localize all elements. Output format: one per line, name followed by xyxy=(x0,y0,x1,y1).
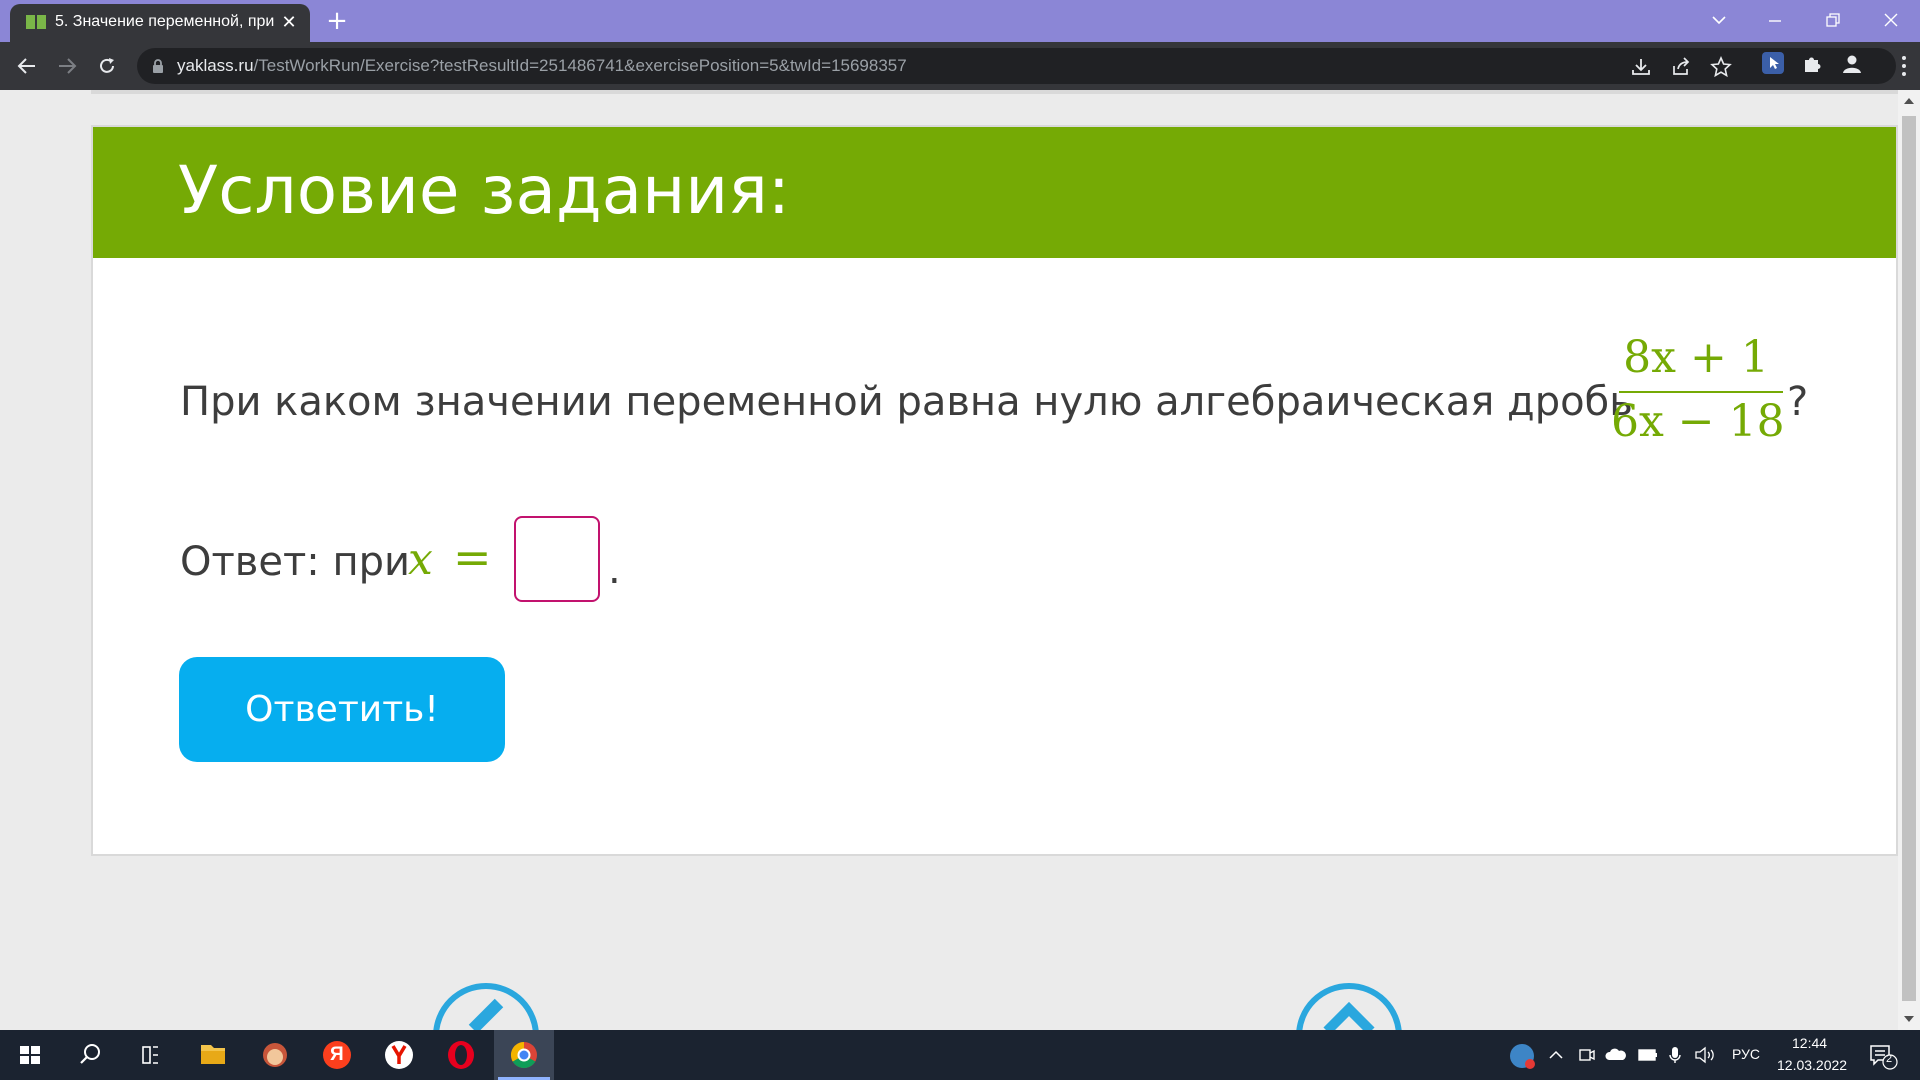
chrome-icon[interactable] xyxy=(494,1030,554,1080)
yandex-browser-icon[interactable] xyxy=(369,1030,429,1080)
question-text: При каком значении переменной равна нулю… xyxy=(180,379,1633,425)
tab-close-icon[interactable]: ✕ xyxy=(278,12,300,34)
bookmark-star-icon[interactable] xyxy=(1710,56,1732,78)
microphone-icon[interactable] xyxy=(1668,1045,1682,1065)
fraction-numerator: 8x + 1 xyxy=(1623,332,1769,383)
edit-pencil-button[interactable] xyxy=(433,983,539,1030)
algebraic-fraction: 8x + 1 6x − 18 xyxy=(1611,332,1785,452)
answer-input[interactable] xyxy=(514,516,600,602)
page-scrollbar[interactable] xyxy=(1898,90,1920,1030)
task-card-header: Условие задания: xyxy=(93,127,1896,258)
restore-button[interactable] xyxy=(1810,4,1856,36)
task-card: Условие задания: При каком значении пере… xyxy=(91,125,1898,856)
answer-variable: x xyxy=(408,534,433,585)
opera-icon[interactable] xyxy=(431,1030,491,1080)
install-app-icon[interactable] xyxy=(1630,56,1652,78)
browser-menu-icon[interactable] xyxy=(1894,54,1914,78)
meet-now-icon[interactable] xyxy=(1578,1046,1596,1064)
scroll-up-arrow-icon[interactable] xyxy=(1904,98,1914,104)
page-title: Условие задания: xyxy=(178,152,791,229)
volume-icon[interactable] xyxy=(1694,1045,1716,1065)
fraction-bar xyxy=(1619,391,1783,393)
clock-date[interactable]: 12.03.2022 xyxy=(1777,1057,1847,1073)
extensions-puzzle-icon[interactable] xyxy=(1801,53,1823,75)
task-view-icon[interactable] xyxy=(120,1030,180,1080)
browser-toolbar: yaklass.ru/TestWorkRun/Exercise?testResu… xyxy=(0,42,1920,90)
yaklass-favicon-icon xyxy=(26,15,46,29)
extension-cursor-icon[interactable] xyxy=(1762,52,1784,74)
windows-taskbar: Я РУС 12:44 12.03.2022 2 xyxy=(0,1030,1920,1080)
file-explorer-icon[interactable] xyxy=(183,1030,243,1080)
clock-time[interactable]: 12:44 xyxy=(1792,1035,1827,1051)
help-icon[interactable] xyxy=(1508,1042,1536,1070)
lock-icon xyxy=(153,59,163,73)
profile-icon[interactable] xyxy=(1841,53,1863,75)
notification-count: 2 xyxy=(1886,1053,1893,1065)
submit-answer-button[interactable]: Ответить! xyxy=(179,657,505,762)
page-viewport: Условие задания: При каком значении пере… xyxy=(0,90,1898,1030)
tab-title: 5. Значение переменной, при к xyxy=(55,13,275,30)
new-tab-button[interactable]: + xyxy=(323,7,351,35)
onedrive-cloud-icon[interactable] xyxy=(1605,1046,1627,1064)
answer-equals: = xyxy=(453,530,492,584)
yandex-icon[interactable]: Я xyxy=(307,1030,367,1080)
scroll-up-button[interactable] xyxy=(1296,983,1402,1030)
tab-search-chevron-icon[interactable] xyxy=(1696,4,1742,36)
fraction-denominator: 6x − 18 xyxy=(1611,396,1785,447)
address-bar[interactable]: yaklass.ru/TestWorkRun/Exercise?testResu… xyxy=(137,48,1896,84)
close-window-button[interactable] xyxy=(1868,4,1914,36)
answer-label: Ответ: при xyxy=(180,539,410,585)
battery-icon xyxy=(1638,1049,1657,1061)
start-windows-icon[interactable] xyxy=(0,1030,60,1080)
search-icon[interactable] xyxy=(60,1030,120,1080)
notification-center-icon[interactable] xyxy=(1868,1042,1898,1070)
tray-chevron-up-icon[interactable] xyxy=(1548,1047,1564,1063)
app-character-icon[interactable] xyxy=(245,1030,305,1080)
reload-icon[interactable] xyxy=(93,52,121,80)
minimize-button[interactable] xyxy=(1752,4,1798,36)
browser-titlebar: 5. Значение переменной, при к ✕ + xyxy=(0,0,1920,42)
browser-tab-active[interactable]: 5. Значение переменной, при к ✕ xyxy=(10,4,310,42)
yandex-letter: Я xyxy=(330,1044,344,1065)
question-mark: ? xyxy=(1787,379,1809,425)
back-arrow-icon[interactable] xyxy=(13,52,41,80)
url-path: /TestWorkRun/Exercise?testResultId=25148… xyxy=(253,56,907,75)
answer-period: . xyxy=(608,547,621,593)
scrollbar-thumb[interactable] xyxy=(1902,116,1916,1001)
url-text[interactable]: yaklass.ru/TestWorkRun/Exercise?testResu… xyxy=(177,56,907,76)
input-language[interactable]: РУС xyxy=(1732,1046,1760,1062)
forward-arrow-icon[interactable] xyxy=(53,52,81,80)
url-host: yaklass.ru xyxy=(177,56,254,75)
share-icon[interactable] xyxy=(1670,56,1692,78)
scroll-down-arrow-icon[interactable] xyxy=(1904,1016,1914,1022)
top-divider xyxy=(91,90,1898,94)
